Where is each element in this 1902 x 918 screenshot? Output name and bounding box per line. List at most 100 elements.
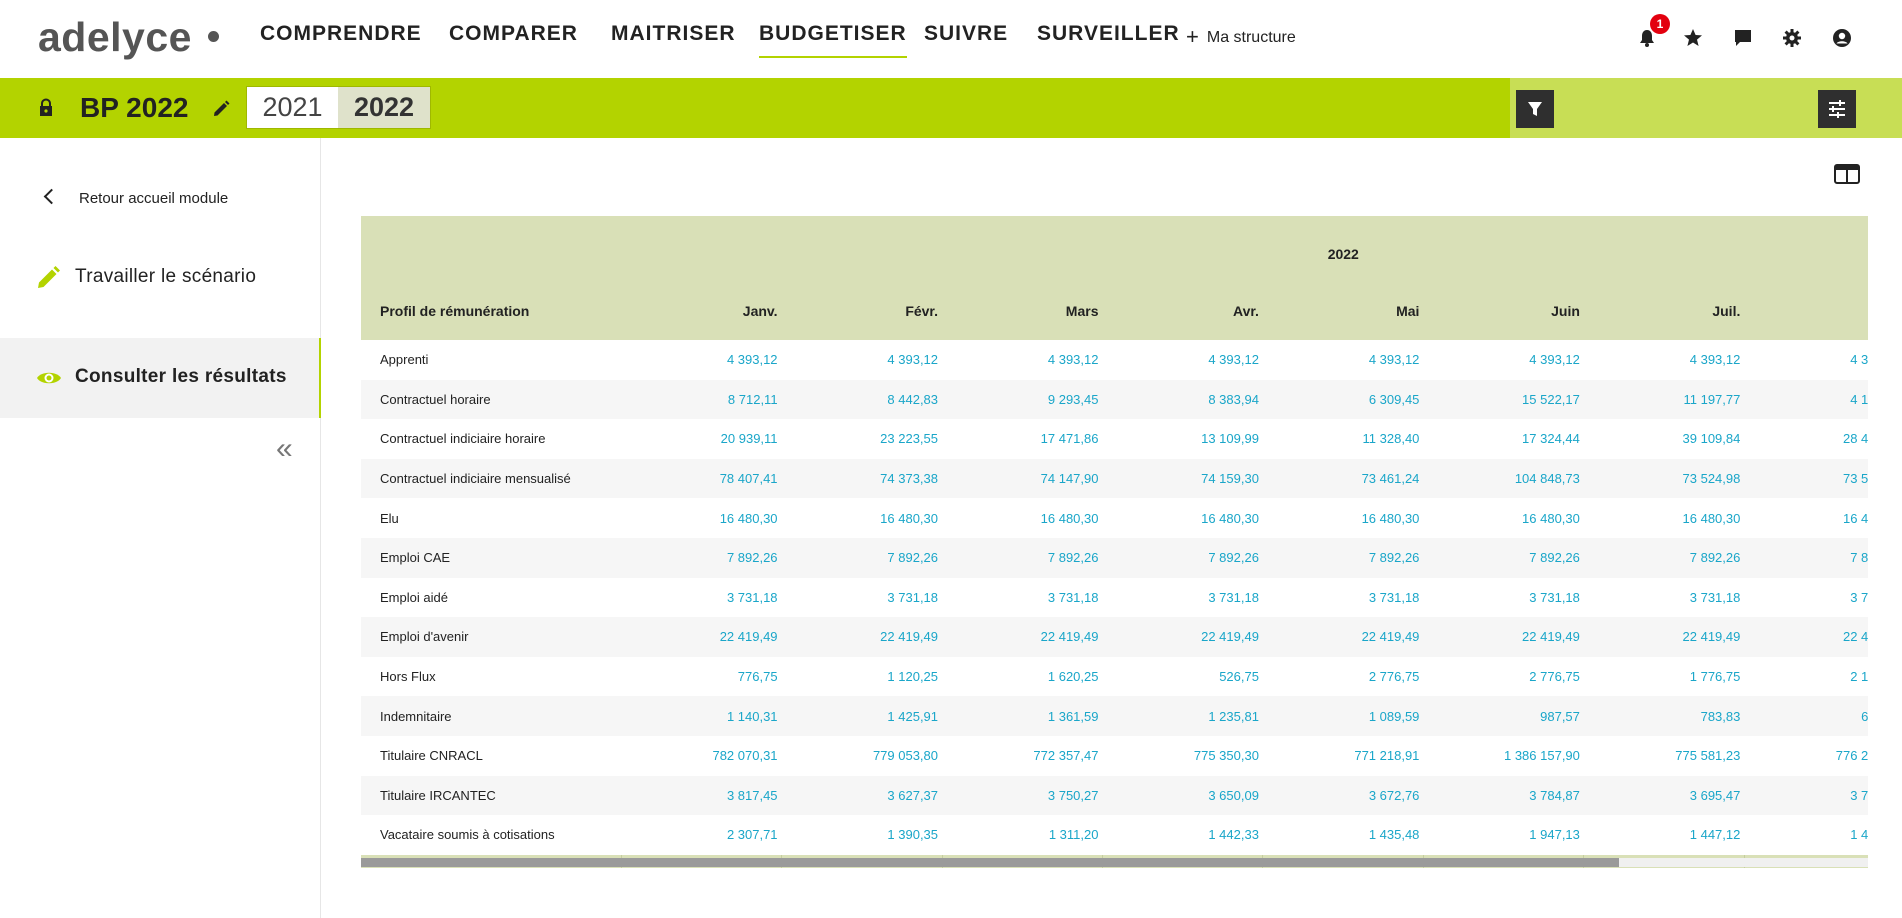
- value-cell[interactable]: 4 393,12: [1584, 340, 1744, 380]
- value-cell[interactable]: 3 817,45: [621, 775, 782, 816]
- value-cell[interactable]: 17 324,44: [1423, 419, 1583, 459]
- value-cell[interactable]: 9 293,45: [942, 379, 1103, 420]
- value-cell[interactable]: 1 620,25: [942, 657, 1102, 697]
- value-cell[interactable]: 3 718,20: [1744, 775, 1868, 816]
- value-cell[interactable]: 78 407,41: [621, 458, 782, 499]
- filter-button[interactable]: [1516, 90, 1554, 128]
- value-cell[interactable]: 2 126,75: [1744, 657, 1868, 697]
- gear-icon[interactable]: [1782, 28, 1802, 48]
- value-cell[interactable]: 1 390,35: [782, 815, 942, 855]
- value-cell[interactable]: 3 731,18: [1102, 578, 1262, 618]
- value-cell[interactable]: 13 109,99: [1102, 419, 1262, 459]
- column-header-month[interactable]: Mai: [1262, 283, 1424, 340]
- value-cell[interactable]: 22 419,49: [942, 617, 1103, 657]
- star-icon[interactable]: [1683, 28, 1703, 48]
- value-cell[interactable]: 16 480,30: [782, 498, 942, 538]
- value-cell[interactable]: 22 419,49: [1262, 617, 1424, 657]
- value-cell[interactable]: 3 695,47: [1583, 775, 1745, 816]
- value-cell[interactable]: 16 480,30: [942, 498, 1102, 538]
- collapse-sidebar-icon[interactable]: «: [276, 432, 293, 466]
- value-cell[interactable]: 73 461,24: [1262, 458, 1424, 499]
- value-cell[interactable]: 4 172,09: [1744, 379, 1868, 420]
- value-cell[interactable]: 3 731,18: [621, 578, 781, 618]
- value-cell[interactable]: 104 848,73: [1423, 458, 1584, 499]
- column-header-month[interactable]: Juin: [1423, 283, 1584, 340]
- value-cell[interactable]: 22 419,49: [1423, 617, 1584, 657]
- value-cell[interactable]: 73 524,98: [1583, 458, 1745, 499]
- nav-surveiller[interactable]: SURVEILLER: [1037, 22, 1180, 46]
- value-cell[interactable]: 1 311,20: [942, 815, 1102, 855]
- value-cell[interactable]: 1 442,33: [1102, 815, 1262, 855]
- value-cell[interactable]: 4 393,12: [1744, 340, 1868, 380]
- value-cell[interactable]: 7 892,26: [1423, 537, 1584, 578]
- value-cell[interactable]: 6 309,45: [1262, 379, 1424, 420]
- value-cell[interactable]: 1 386 157,90: [1423, 736, 1583, 776]
- nav-maitriser[interactable]: MAITRISER: [611, 22, 736, 46]
- layout-toggle-icon[interactable]: [1834, 164, 1860, 184]
- value-cell[interactable]: 1 776,75: [1584, 657, 1744, 697]
- value-cell[interactable]: 4 393,12: [782, 340, 942, 380]
- value-cell[interactable]: 22 419,49: [621, 617, 782, 657]
- value-cell[interactable]: 775 350,30: [1102, 736, 1262, 776]
- value-cell[interactable]: 16 480,30: [1263, 498, 1423, 538]
- value-cell[interactable]: 39 109,84: [1584, 419, 1744, 459]
- value-cell[interactable]: 8 442,83: [781, 379, 943, 420]
- value-cell[interactable]: 22 419,49: [1583, 617, 1745, 657]
- nav-comprendre[interactable]: COMPRENDRE: [260, 22, 422, 46]
- value-cell[interactable]: 1 435,48: [1263, 815, 1423, 855]
- value-cell[interactable]: 3 731,18: [1423, 578, 1583, 618]
- value-cell[interactable]: 22 419,49: [781, 617, 943, 657]
- chat-icon[interactable]: [1733, 28, 1753, 48]
- column-header-month[interactable]: Janv.: [621, 283, 782, 340]
- value-cell[interactable]: 3 731,18: [1263, 578, 1423, 618]
- value-cell[interactable]: 987,57: [1423, 696, 1584, 736]
- value-cell[interactable]: 28 436,13: [1744, 419, 1868, 459]
- value-cell[interactable]: 779 053,80: [782, 736, 942, 776]
- edit-pencil-icon[interactable]: [212, 100, 230, 118]
- value-cell[interactable]: 74 147,90: [942, 458, 1103, 499]
- value-cell[interactable]: 16 480,30: [1744, 498, 1868, 538]
- value-cell[interactable]: 1 947,13: [1423, 815, 1583, 855]
- value-cell[interactable]: 7 892,26: [1744, 537, 1868, 578]
- column-header-month[interactable]: Févr.: [781, 283, 943, 340]
- column-header-month[interactable]: Août: [1744, 283, 1868, 340]
- year-tab-2021[interactable]: 2021: [247, 87, 338, 128]
- value-cell[interactable]: 15 522,17: [1423, 379, 1584, 420]
- value-cell[interactable]: 23 223,55: [782, 419, 942, 459]
- value-cell[interactable]: 11 328,40: [1263, 419, 1423, 459]
- value-cell[interactable]: 7 892,26: [1102, 537, 1263, 578]
- value-cell[interactable]: 776,75: [621, 657, 781, 697]
- nav-suivre[interactable]: SUIVRE: [924, 22, 1008, 46]
- value-cell[interactable]: 1 235,81: [1102, 696, 1263, 736]
- value-cell[interactable]: 7 892,26: [621, 537, 782, 578]
- value-cell[interactable]: 3 731,18: [1584, 578, 1744, 618]
- value-cell[interactable]: 620,75: [1744, 696, 1868, 736]
- value-cell[interactable]: 782 070,31: [621, 736, 781, 776]
- value-cell[interactable]: 3 731,18: [942, 578, 1102, 618]
- user-icon[interactable]: [1832, 28, 1852, 48]
- value-cell[interactable]: 7 892,26: [781, 537, 943, 578]
- value-cell[interactable]: 1 447,12: [1584, 815, 1744, 855]
- value-cell[interactable]: 1 465,59: [1744, 815, 1868, 855]
- value-cell[interactable]: 776 216,51: [1744, 736, 1868, 776]
- value-cell[interactable]: 22 419,49: [1744, 617, 1868, 657]
- value-cell[interactable]: 73 588,35: [1744, 458, 1868, 499]
- value-cell[interactable]: 11 197,77: [1583, 379, 1745, 420]
- value-cell[interactable]: 16 480,30: [1423, 498, 1583, 538]
- value-cell[interactable]: 3 672,76: [1262, 775, 1424, 816]
- nav-comparer[interactable]: COMPARER: [449, 22, 578, 46]
- value-cell[interactable]: 3 650,09: [1102, 775, 1263, 816]
- value-cell[interactable]: 20 939,11: [621, 419, 781, 459]
- value-cell[interactable]: 1 140,31: [621, 696, 782, 736]
- value-cell[interactable]: 783,83: [1583, 696, 1745, 736]
- value-cell[interactable]: 74 159,30: [1102, 458, 1263, 499]
- value-cell[interactable]: 3 784,87: [1423, 775, 1584, 816]
- back-to-module-home-link[interactable]: Retour accueil module: [40, 188, 228, 207]
- value-cell[interactable]: 1 425,91: [781, 696, 943, 736]
- value-cell[interactable]: 16 480,30: [621, 498, 781, 538]
- value-cell[interactable]: 3 731,18: [782, 578, 942, 618]
- value-cell[interactable]: 1 120,25: [782, 657, 942, 697]
- value-cell[interactable]: 8 712,11: [621, 379, 782, 420]
- horizontal-scrollbar-thumb[interactable]: [361, 858, 1619, 867]
- value-cell[interactable]: 2 776,75: [1423, 657, 1583, 697]
